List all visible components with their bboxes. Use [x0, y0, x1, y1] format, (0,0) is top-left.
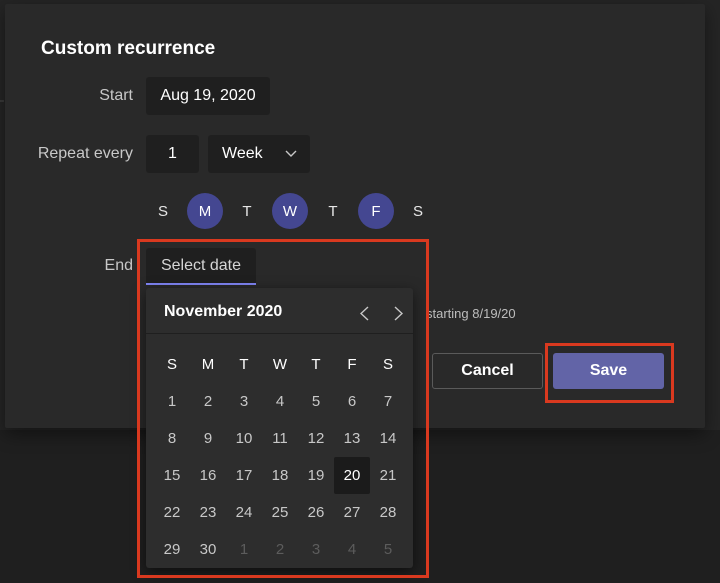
repeat-unit-dropdown[interactable]: Week	[208, 135, 310, 173]
repeat-interval-input[interactable]: 1	[146, 135, 199, 173]
weekday-friday[interactable]: F	[358, 193, 394, 229]
weekday-monday[interactable]: M	[187, 193, 223, 229]
cancel-button[interactable]: Cancel	[432, 353, 543, 389]
recurrence-summary: starting 8/19/20	[426, 306, 516, 321]
background-divider	[0, 100, 4, 102]
repeat-interval-value: 1	[168, 145, 177, 162]
end-label: End	[104, 257, 133, 274]
repeat-unit-value: Week	[222, 145, 263, 162]
chevron-down-icon	[285, 150, 297, 157]
weekday-thursday[interactable]: T	[315, 193, 351, 229]
save-highlight-box	[545, 343, 674, 403]
weekday-sunday[interactable]: S	[145, 193, 181, 229]
repeat-every-label: Repeat every	[37, 145, 133, 162]
weekday-saturday[interactable]: S	[400, 193, 436, 229]
dialog-title: Custom recurrence	[41, 38, 216, 59]
start-date-value: Aug 19, 2020	[160, 87, 256, 104]
start-label: Start	[99, 87, 133, 104]
weekday-tuesday[interactable]: T	[229, 193, 265, 229]
calendar-highlight-box	[137, 239, 429, 578]
start-date-field[interactable]: Aug 19, 2020	[146, 77, 270, 115]
weekday-wednesday[interactable]: W	[272, 193, 308, 229]
